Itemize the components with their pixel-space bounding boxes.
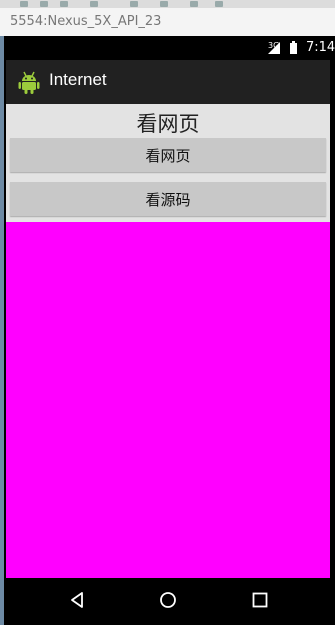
app-title: Internet [49, 70, 107, 89]
action-bar: Internet [6, 60, 330, 104]
android-icon [18, 71, 40, 94]
content-area: 看网页 看网页 看源码 [6, 104, 330, 578]
control-panel: 看网页 看网页 看源码 [6, 104, 330, 222]
status-bar: 3G 7:14 [6, 37, 335, 60]
page-heading: 看网页 [136, 112, 200, 136]
signal-icon [268, 42, 280, 54]
view-page-button[interactable]: 看网页 [10, 138, 326, 172]
web-view[interactable] [6, 222, 330, 578]
navigation-bar [6, 578, 330, 622]
home-icon[interactable] [158, 590, 178, 610]
back-icon[interactable] [68, 590, 88, 610]
recents-icon[interactable] [250, 590, 270, 610]
emulator-window-title: 5554:Nexus_5X_API_23 [0, 8, 335, 36]
view-source-button[interactable]: 看源码 [10, 182, 326, 216]
battery-icon [290, 41, 297, 54]
host-left-gutter [0, 36, 4, 625]
host-toolbar-strip [0, 0, 335, 8]
status-time: 7:14 [306, 40, 335, 55]
